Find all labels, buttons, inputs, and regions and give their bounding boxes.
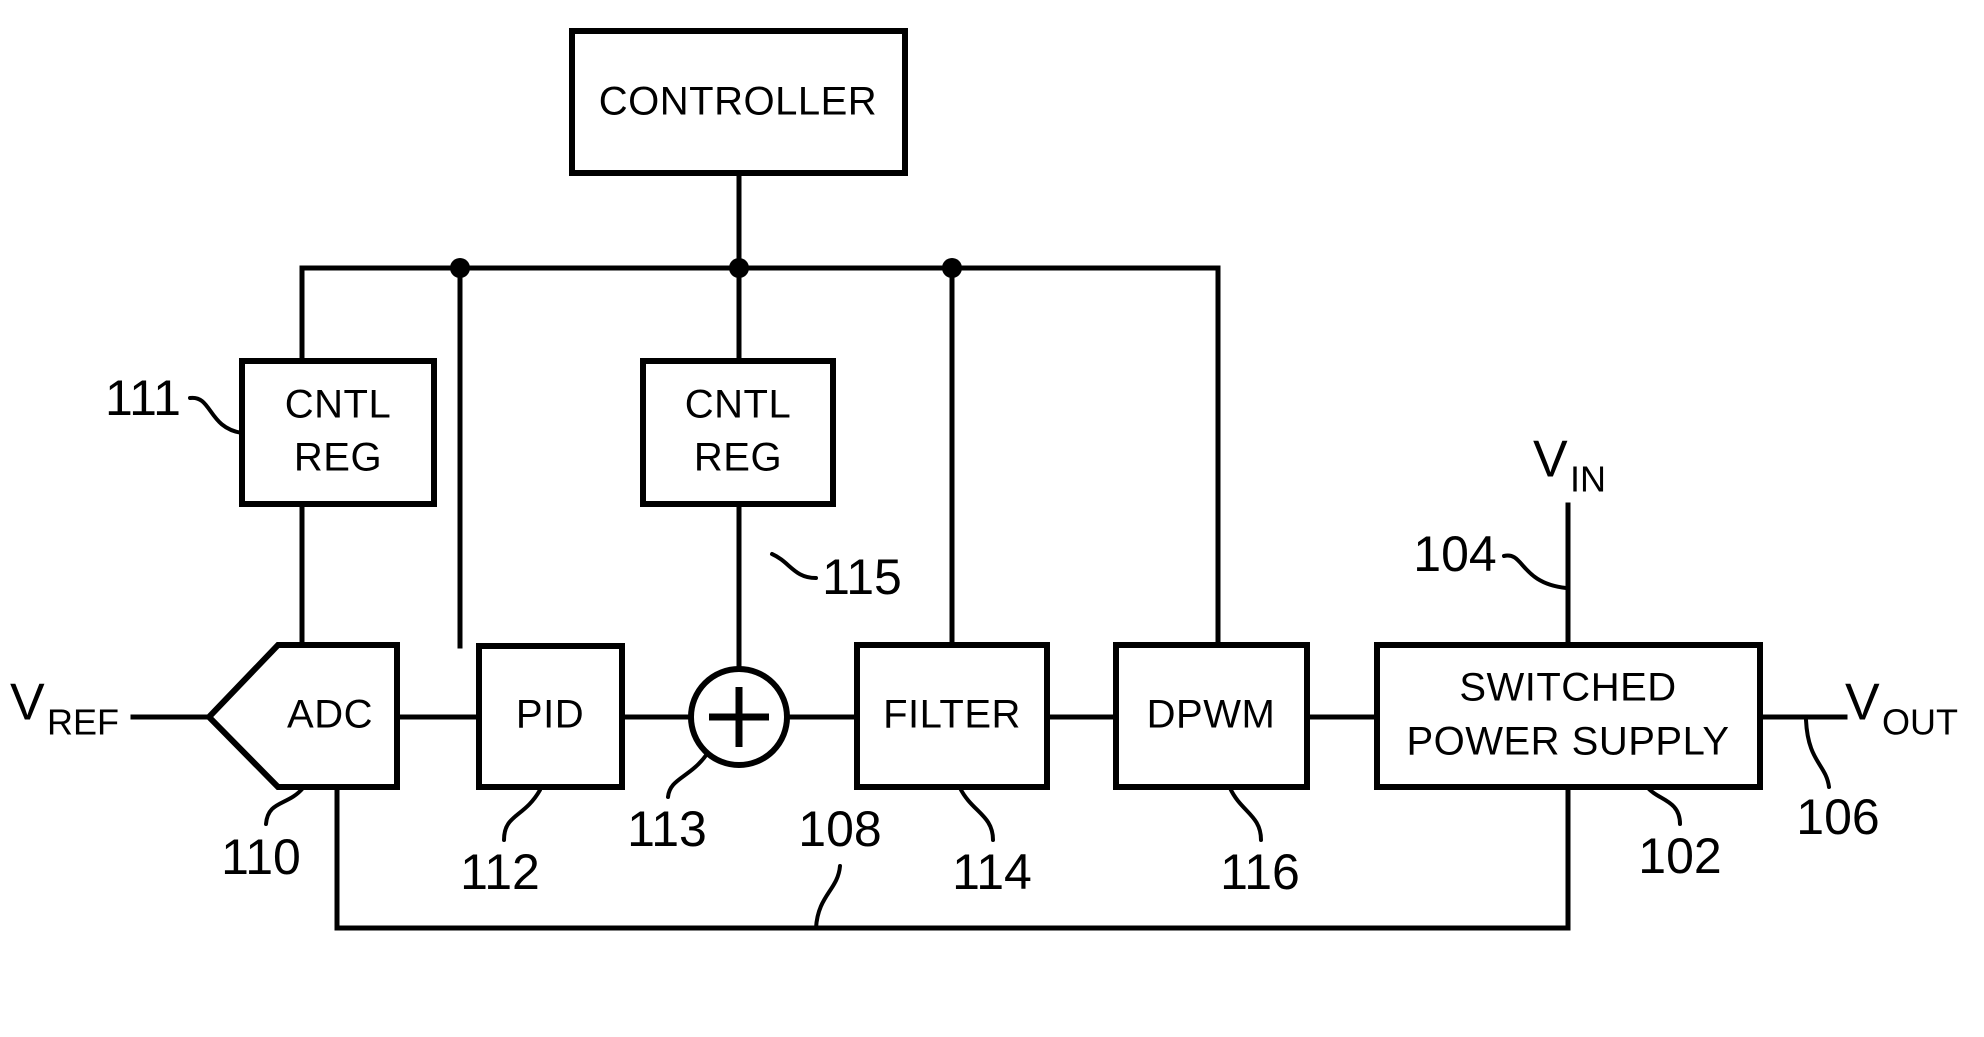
reference-numeral-106-text: 106 [1796,789,1879,845]
vin-subscript: IN [1570,459,1606,500]
reference-numeral-102-text: 102 [1638,828,1721,884]
reference-numeral-108-text: 108 [798,801,881,857]
cntl-reg-label-1-line1: CNTL [285,383,391,427]
reference-numeral-113: 113 [627,752,709,857]
leader-line-113 [666,752,709,799]
reference-numeral-111-text: 111 [105,370,181,426]
adc-label: ADC [287,693,373,737]
vref-subscript: REF [47,702,119,743]
reference-numeral-108: 108 [798,801,882,930]
wires-layer [130,170,1848,931]
reference-numeral-115: 115 [770,549,902,605]
reference-numeral-102: 102 [1638,786,1722,884]
filter-label: FILTER [883,693,1021,737]
reference-numeral-110-text: 110 [221,829,301,885]
reference-numeral-110: 110 [221,786,305,885]
filter-block[interactable]: FILTER [854,642,1050,790]
pid-block[interactable]: PID [476,643,625,790]
reference-numeral-113-text: 113 [627,801,707,857]
summing-junction[interactable] [688,666,790,768]
controller-block[interactable]: CONTROLLER [569,28,908,176]
vout-label: V OUT [1845,674,1958,743]
adc-block[interactable]: ADC [204,642,400,790]
leader-line-106 [1804,718,1831,789]
cntl-reg-label-2-line2: REG [694,436,782,480]
patent-figure: CONTROLLER CNTL REG CNTL REG ADC PID FIL… [0,0,1984,1037]
leader-line-102 [1646,786,1682,826]
pid-label: PID [516,693,584,737]
vout-subscript: OUT [1882,702,1958,743]
cntl-reg-label-2-line1: CNTL [685,383,791,427]
reference-numeral-106: 106 [1796,718,1880,845]
reference-numeral-114-text: 114 [952,844,1032,900]
cntl-reg-block-1[interactable]: CNTL REG [239,358,437,507]
reference-numeral-116: 116 [1220,786,1300,900]
vin-base: V [1533,431,1568,489]
leader-line-116 [1228,786,1263,842]
vout-base: V [1845,674,1880,732]
cntl-reg-block-2[interactable]: CNTL REG [640,358,836,507]
leader-line-108 [814,864,842,930]
vref-label: V REF [10,674,119,743]
leader-line-114 [958,786,995,842]
controller-label: CONTROLLER [599,80,877,124]
cntl-reg-label-1-line2: REG [294,436,382,480]
reference-numeral-115-text: 115 [822,549,902,605]
reference-numeral-104: 104 [1413,526,1568,590]
reference-numeral-104-text: 104 [1413,526,1496,582]
vref-base: V [10,674,45,732]
junction-dot-pid-branch [450,258,470,278]
reference-numeral-111: 111 [105,370,244,435]
leader-line-111 [188,395,244,435]
leader-line-104 [1502,553,1568,590]
block-diagram-canvas: CONTROLLER CNTL REG CNTL REG ADC PID FIL… [10,28,1958,931]
sps-label-line2: POWER SUPPLY [1406,720,1729,764]
switched-power-supply-block[interactable]: SWITCHED POWER SUPPLY [1374,642,1763,790]
junction-dot-filter-branch [942,258,962,278]
leader-line-110 [264,786,305,826]
dpwm-label: DPWM [1147,693,1276,737]
sps-label-line1: SWITCHED [1459,666,1676,710]
reference-numeral-114: 114 [952,786,1032,900]
reference-numeral-112: 112 [460,788,542,900]
reference-numeral-112-text: 112 [460,844,540,900]
reference-numeral-116-text: 116 [1220,844,1300,900]
leader-line-112 [502,788,542,842]
vin-label: V IN [1533,431,1606,500]
dpwm-block[interactable]: DPWM [1113,642,1310,790]
leader-line-115 [770,552,818,580]
junction-dot-controller-branch [729,258,749,278]
